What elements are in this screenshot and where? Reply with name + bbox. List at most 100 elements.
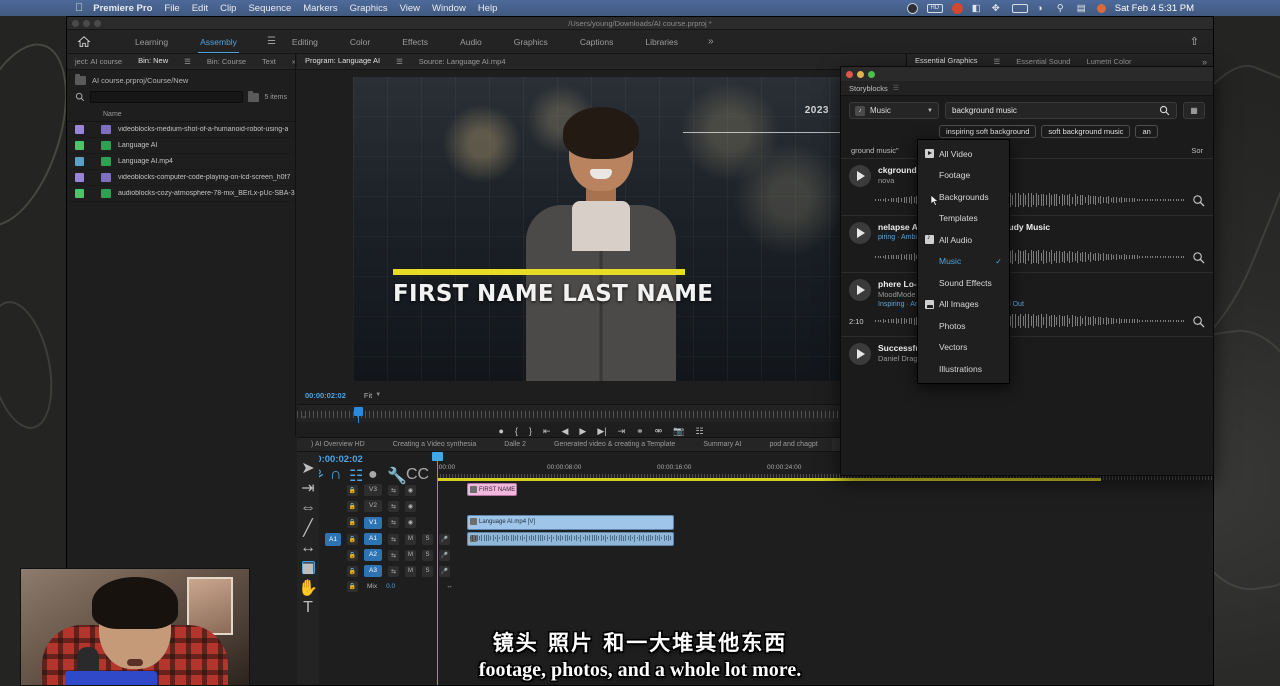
mute-icon[interactable]: M — [405, 566, 416, 577]
workspace-overflow-icon[interactable]: » — [708, 36, 714, 47]
timeline-playhead[interactable] — [437, 452, 438, 686]
type-tool-icon[interactable]: T — [302, 601, 315, 614]
linked-selection-icon[interactable]: ☷ — [349, 466, 359, 476]
play-icon[interactable] — [849, 165, 871, 187]
sequence-tab-summary-ai[interactable]: Summary AI — [689, 438, 755, 452]
lock-icon[interactable]: 🔒 — [347, 581, 358, 592]
mark-in-icon[interactable]: { — [515, 426, 518, 436]
search-icon[interactable] — [75, 92, 85, 102]
menu-item-vectors[interactable]: Vectors — [918, 337, 1009, 359]
add-marker-icon[interactable]: ● — [498, 426, 503, 436]
menu-item-photos[interactable]: Photos — [918, 315, 1009, 337]
solo-icon[interactable]: S — [422, 534, 433, 545]
maximize-icon[interactable] — [868, 71, 875, 78]
menu-item-view[interactable]: View — [400, 3, 420, 14]
result-card[interactable]: ckground Corporate nova — [841, 158, 1213, 215]
sync-lock-icon[interactable]: ⇆ — [388, 566, 399, 577]
menu-item-footage[interactable]: Footage — [918, 165, 1009, 187]
program-monitor-ruler[interactable]: ○ — [297, 404, 905, 422]
voice-over-icon[interactable]: 🎤 — [439, 534, 450, 545]
tab-program-language-ai[interactable]: Program: Language AI — [297, 54, 388, 70]
comparison-view-icon[interactable]: ☷ — [695, 426, 703, 437]
menu-item-help[interactable]: Help — [478, 3, 498, 14]
solo-icon[interactable]: S — [422, 550, 433, 561]
table-row[interactable]: Language AI.mp4 — [67, 154, 295, 170]
minimize-icon[interactable] — [857, 71, 864, 78]
lock-icon[interactable]: 🔒 — [347, 534, 358, 545]
workspace-tab-graphics[interactable]: Graphics — [498, 37, 564, 47]
solo-icon[interactable]: S — [422, 566, 433, 577]
track-name[interactable]: A1 — [364, 533, 382, 545]
export-frame-icon[interactable]: 📷 — [673, 426, 684, 437]
search-input[interactable] — [90, 91, 243, 103]
apple-icon[interactable]:  — [75, 2, 83, 14]
menu-item-all-audio[interactable]: All Audio — [918, 229, 1009, 251]
menu-item-all-images[interactable]: All Images — [918, 294, 1009, 316]
chip-soft-background-music[interactable]: soft background music — [1041, 125, 1130, 138]
storyblocks-tab-label[interactable]: Storyblocks — [849, 84, 888, 93]
search-input[interactable]: background music — [945, 102, 1177, 119]
search-icon[interactable] — [1159, 105, 1170, 116]
panel-menu-icon[interactable]: ☰ — [176, 54, 199, 70]
lock-icon[interactable]: 🔒 — [347, 517, 358, 528]
track-name[interactable]: A3 — [364, 565, 382, 577]
category-select[interactable]: ♪ Music ▼ — [849, 102, 939, 119]
workspace-tab-libraries[interactable]: Libraries — [629, 37, 694, 47]
workspace-tab-editing[interactable]: Editing — [276, 37, 334, 47]
result-card[interactable]: phere Lo-Fi MoodMode Inspiring · Ambient… — [841, 272, 1213, 336]
lock-icon[interactable]: 🔒 — [347, 566, 358, 577]
timeline-clip-first-name[interactable]: FIRST NAME — [467, 483, 517, 496]
menu-item-music[interactable]: Music ✓ — [918, 251, 1009, 273]
menu-item-illustrations[interactable]: Illustrations — [918, 358, 1009, 380]
add-marker-icon[interactable]: ● — [368, 466, 378, 476]
grid-view-icon[interactable]: ▦ — [1183, 102, 1205, 119]
eye-icon[interactable]: ◉ — [405, 517, 416, 528]
voice-over-icon[interactable]: 🎤 — [439, 566, 450, 577]
video-preview[interactable]: 2023 FIRST NAME LAST NAME — [353, 77, 849, 381]
zoom-level-select[interactable]: Fit ▼ — [364, 391, 381, 400]
zoom-to-fit-icon[interactable]: ↔ — [446, 583, 453, 590]
menu-item-all-video[interactable]: All Video — [918, 143, 1009, 165]
track-name[interactable]: V2 — [364, 500, 382, 512]
sequence-tab-dalle2[interactable]: Dalle 2 — [490, 438, 540, 452]
table-row[interactable]: videoblocks-medium-shot-of-a-humanoid-ro… — [67, 122, 295, 138]
home-icon[interactable] — [77, 35, 91, 49]
ripple-edit-tool-icon[interactable]: ⇔ — [302, 501, 315, 514]
eye-icon[interactable]: ◉ — [405, 485, 416, 496]
result-card[interactable]: Successful Person Daniel Draganov — [841, 336, 1213, 372]
audio-target-a1[interactable]: A1 — [325, 533, 341, 546]
workspace-tab-color[interactable]: Color — [334, 37, 386, 47]
go-to-in-icon[interactable]: ⇤ — [543, 426, 551, 437]
monitor-panel-menu-icon[interactable]: ☰ — [388, 54, 411, 70]
workspace-tab-captions[interactable]: Captions — [564, 37, 630, 47]
wifi-icon[interactable]: ◑ — [1037, 3, 1048, 14]
share-icon[interactable]: ⇧ — [1190, 35, 1199, 48]
step-back-icon[interactable]: ◀ — [561, 426, 568, 437]
go-to-out-icon[interactable]: ⇥ — [618, 426, 626, 437]
workspace-tab-assembly[interactable]: Assembly — [184, 37, 253, 47]
hd-badge-icon[interactable]: HD — [927, 4, 943, 13]
hand-tool-icon[interactable]: ✋ — [302, 581, 315, 594]
result-card[interactable]: nelapse Ambient Background Study Music p… — [841, 215, 1213, 272]
control-center-icon[interactable]: ▤ — [1077, 3, 1088, 14]
mix-value[interactable]: 0.0 — [386, 583, 395, 590]
track-name[interactable]: V3 — [364, 484, 382, 496]
tab-text[interactable]: Text — [254, 54, 284, 70]
battery-icon[interactable] — [1012, 4, 1028, 13]
sync-lock-icon[interactable]: ⇆ — [388, 517, 399, 528]
extract-icon[interactable]: ⚮ — [655, 426, 663, 437]
siri-icon[interactable] — [1097, 4, 1106, 13]
table-row[interactable]: videoblocks-computer-code-playing-on-lcd… — [67, 170, 295, 186]
snap-icon[interactable]: ∩ — [330, 466, 340, 476]
menu-bar-clock[interactable]: Sat Feb 4 5:31 PM — [1115, 3, 1194, 14]
mute-icon[interactable]: M — [405, 550, 416, 561]
table-row[interactable]: Language AI — [67, 138, 295, 154]
sync-lock-icon[interactable]: ⇆ — [388, 550, 399, 561]
close-icon[interactable] — [846, 71, 853, 78]
play-icon[interactable] — [849, 343, 871, 365]
mute-icon[interactable]: M — [405, 534, 416, 545]
tab-source-language-ai[interactable]: Source: Language AI.mp4 — [411, 54, 514, 70]
voice-over-icon[interactable]: 🎤 — [439, 550, 450, 561]
menu-item-graphics[interactable]: Graphics — [350, 3, 388, 14]
lock-icon[interactable]: 🔒 — [347, 485, 358, 496]
